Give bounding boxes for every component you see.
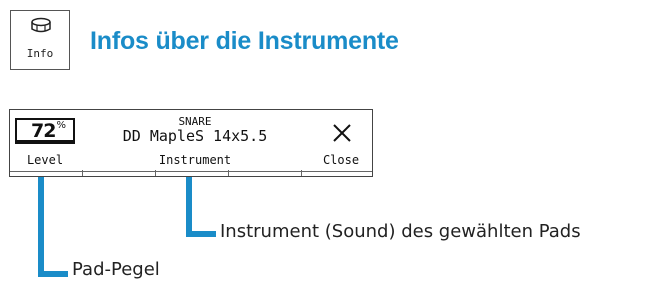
tab-divider [301, 170, 302, 176]
page-title: Infos über die Instrumente [90, 27, 399, 55]
close-icon[interactable] [332, 123, 352, 143]
level-meter[interactable]: 72% [15, 118, 75, 144]
callout-line-instrument [186, 177, 192, 237]
callout-line-level-foot [38, 271, 68, 277]
callout-line-level [38, 177, 44, 277]
lcd-display: 72% Level SNARE DD MapleS 14x5.5 Instrum… [9, 109, 373, 177]
sound-name: DD MapleS 14x5.5 [122, 127, 268, 145]
tab-divider [155, 170, 156, 176]
annotation-pad-level: Pad-Pegel [72, 259, 160, 280]
close-button[interactable]: Close [310, 153, 372, 167]
tab-divider [82, 170, 83, 176]
callout-line-instrument-foot [186, 231, 216, 237]
info-button-label: Info [26, 47, 54, 60]
instrument-label[interactable]: Instrument [130, 153, 260, 167]
tab-divider [228, 170, 229, 176]
info-button[interactable]: Info [10, 10, 70, 70]
level-label: Level [26, 153, 64, 167]
annotation-instrument: Instrument (Sound) des gewählten Pads [220, 221, 581, 242]
drum-icon [31, 17, 51, 33]
lcd-tab-bar [10, 171, 372, 176]
level-value: 72% [31, 120, 66, 142]
